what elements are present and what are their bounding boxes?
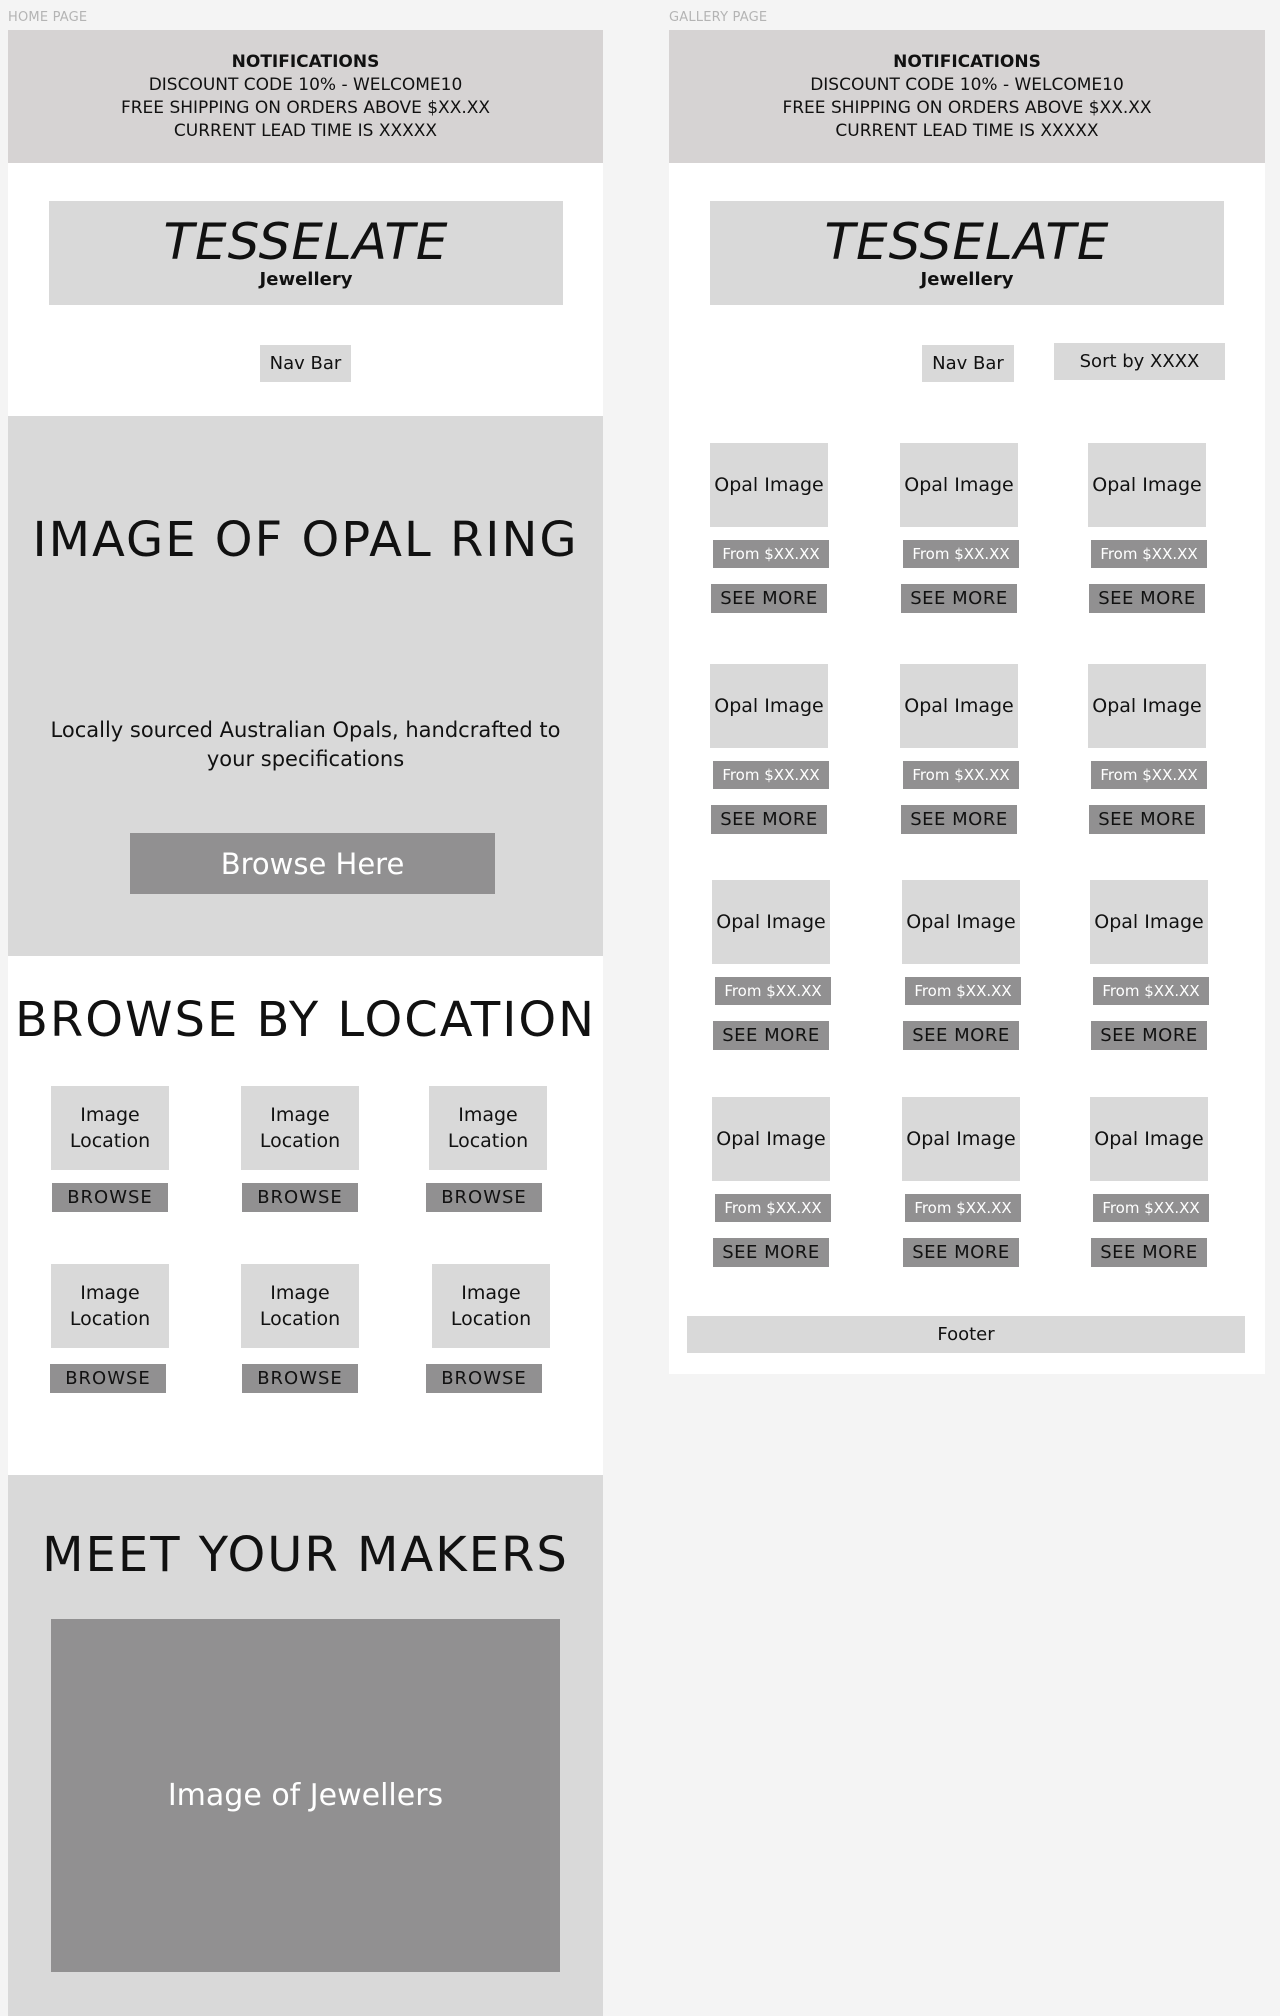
home-page: NOTIFICATIONS DISCOUNT CODE 10% - WELCOM… xyxy=(8,30,603,2016)
location-image: Image Location xyxy=(429,1086,547,1170)
product-price: From $XX.XX xyxy=(1091,540,1207,568)
see-more-button[interactable]: SEE MORE xyxy=(711,805,827,834)
see-more-button[interactable]: SEE MORE xyxy=(901,805,1017,834)
notifications-title: NOTIFICATIONS xyxy=(231,51,380,72)
notifications-title: NOTIFICATIONS xyxy=(893,51,1041,72)
product-price: From $XX.XX xyxy=(713,761,829,789)
location-image: Image Location xyxy=(51,1264,169,1348)
notification-line: CURRENT LEAD TIME IS XXXXX xyxy=(173,120,438,141)
gallery-page-caption: GALLERY PAGE xyxy=(669,10,768,25)
product-price: From $XX.XX xyxy=(715,1194,831,1222)
product-price: From $XX.XX xyxy=(1091,761,1207,789)
opal-image: Opal Image xyxy=(902,880,1020,964)
home-page-caption: HOME PAGE xyxy=(8,10,88,25)
sort-dropdown[interactable]: Sort by XXXX xyxy=(1054,343,1225,380)
opal-image: Opal Image xyxy=(1088,664,1206,748)
browse-location-button[interactable]: BROWSE xyxy=(426,1364,542,1393)
notification-line: FREE SHIPPING ON ORDERS ABOVE $XX.XX xyxy=(782,97,1152,118)
brand-name: TESSELATE xyxy=(163,213,449,271)
browse-here-button[interactable]: Browse Here xyxy=(130,833,495,894)
see-more-button[interactable]: SEE MORE xyxy=(1091,1021,1207,1050)
location-image: Image Location xyxy=(241,1264,359,1348)
see-more-button[interactable]: SEE MORE xyxy=(903,1021,1019,1050)
nav-bar[interactable]: Nav Bar xyxy=(922,345,1014,382)
browse-location-button[interactable]: BROWSE xyxy=(52,1183,168,1212)
product-price: From $XX.XX xyxy=(905,1194,1021,1222)
footer: Footer xyxy=(687,1316,1245,1353)
see-more-button[interactable]: SEE MORE xyxy=(1089,584,1205,613)
opal-image: Opal Image xyxy=(900,443,1018,527)
product-price: From $XX.XX xyxy=(903,540,1019,568)
notifications-banner: NOTIFICATIONS DISCOUNT CODE 10% - WELCOM… xyxy=(8,30,603,163)
opal-image: Opal Image xyxy=(710,664,828,748)
see-more-button[interactable]: SEE MORE xyxy=(711,584,827,613)
brand-subtitle: Jewellery xyxy=(259,269,353,290)
opal-image: Opal Image xyxy=(712,1097,830,1181)
opal-image: Opal Image xyxy=(710,443,828,527)
makers-section: MEET YOUR MAKERS Image of Jewellers xyxy=(8,1475,603,2016)
brand-logo[interactable]: TESSELATE Jewellery xyxy=(710,201,1224,305)
hero-section: IMAGE OF OPAL RING Locally sourced Austr… xyxy=(8,416,603,956)
opal-image: Opal Image xyxy=(900,664,1018,748)
browse-location-button[interactable]: BROWSE xyxy=(242,1364,358,1393)
product-price: From $XX.XX xyxy=(1093,1194,1209,1222)
product-price: From $XX.XX xyxy=(713,540,829,568)
see-more-button[interactable]: SEE MORE xyxy=(901,584,1017,613)
brand-subtitle: Jewellery xyxy=(920,269,1014,290)
product-price: From $XX.XX xyxy=(905,977,1021,1005)
location-image: Image Location xyxy=(432,1264,550,1348)
notification-line: DISCOUNT CODE 10% - WELCOME10 xyxy=(810,74,1124,95)
hero-title: IMAGE OF OPAL RING xyxy=(32,512,579,568)
see-more-button[interactable]: SEE MORE xyxy=(713,1238,829,1267)
opal-image: Opal Image xyxy=(1088,443,1206,527)
location-image: Image Location xyxy=(51,1086,169,1170)
notifications-banner: NOTIFICATIONS DISCOUNT CODE 10% - WELCOM… xyxy=(669,30,1265,163)
product-price: From $XX.XX xyxy=(903,761,1019,789)
product-price: From $XX.XX xyxy=(1093,977,1209,1005)
browse-location-button[interactable]: BROWSE xyxy=(426,1183,542,1212)
see-more-button[interactable]: SEE MORE xyxy=(713,1021,829,1050)
browse-location-button[interactable]: BROWSE xyxy=(50,1364,166,1393)
notification-line: CURRENT LEAD TIME IS XXXXX xyxy=(835,120,1099,141)
opal-image: Opal Image xyxy=(712,880,830,964)
notification-line: DISCOUNT CODE 10% - WELCOME10 xyxy=(148,74,463,95)
see-more-button[interactable]: SEE MORE xyxy=(1089,805,1205,834)
product-price: From $XX.XX xyxy=(715,977,831,1005)
jewellers-image: Image of Jewellers xyxy=(51,1619,560,1972)
browse-location-button[interactable]: BROWSE xyxy=(242,1183,358,1212)
opal-image: Opal Image xyxy=(1090,1097,1208,1181)
notification-line: FREE SHIPPING ON ORDERS ABOVE $XX.XX xyxy=(120,97,491,118)
opal-image: Opal Image xyxy=(902,1097,1020,1181)
makers-title: MEET YOUR MAKERS xyxy=(42,1527,569,1583)
browse-by-location-title: BROWSE BY LOCATION xyxy=(14,992,597,1048)
brand-name: TESSELATE xyxy=(824,213,1110,271)
hero-text: Locally sourced Australian Opals, handcr… xyxy=(50,718,561,771)
brand-logo[interactable]: TESSELATE Jewellery xyxy=(49,201,563,305)
see-more-button[interactable]: SEE MORE xyxy=(1091,1238,1207,1267)
nav-bar[interactable]: Nav Bar xyxy=(260,345,351,382)
gallery-page: NOTIFICATIONS DISCOUNT CODE 10% - WELCOM… xyxy=(669,30,1265,1374)
opal-image: Opal Image xyxy=(1090,880,1208,964)
see-more-button[interactable]: SEE MORE xyxy=(903,1238,1019,1267)
location-image: Image Location xyxy=(241,1086,359,1170)
